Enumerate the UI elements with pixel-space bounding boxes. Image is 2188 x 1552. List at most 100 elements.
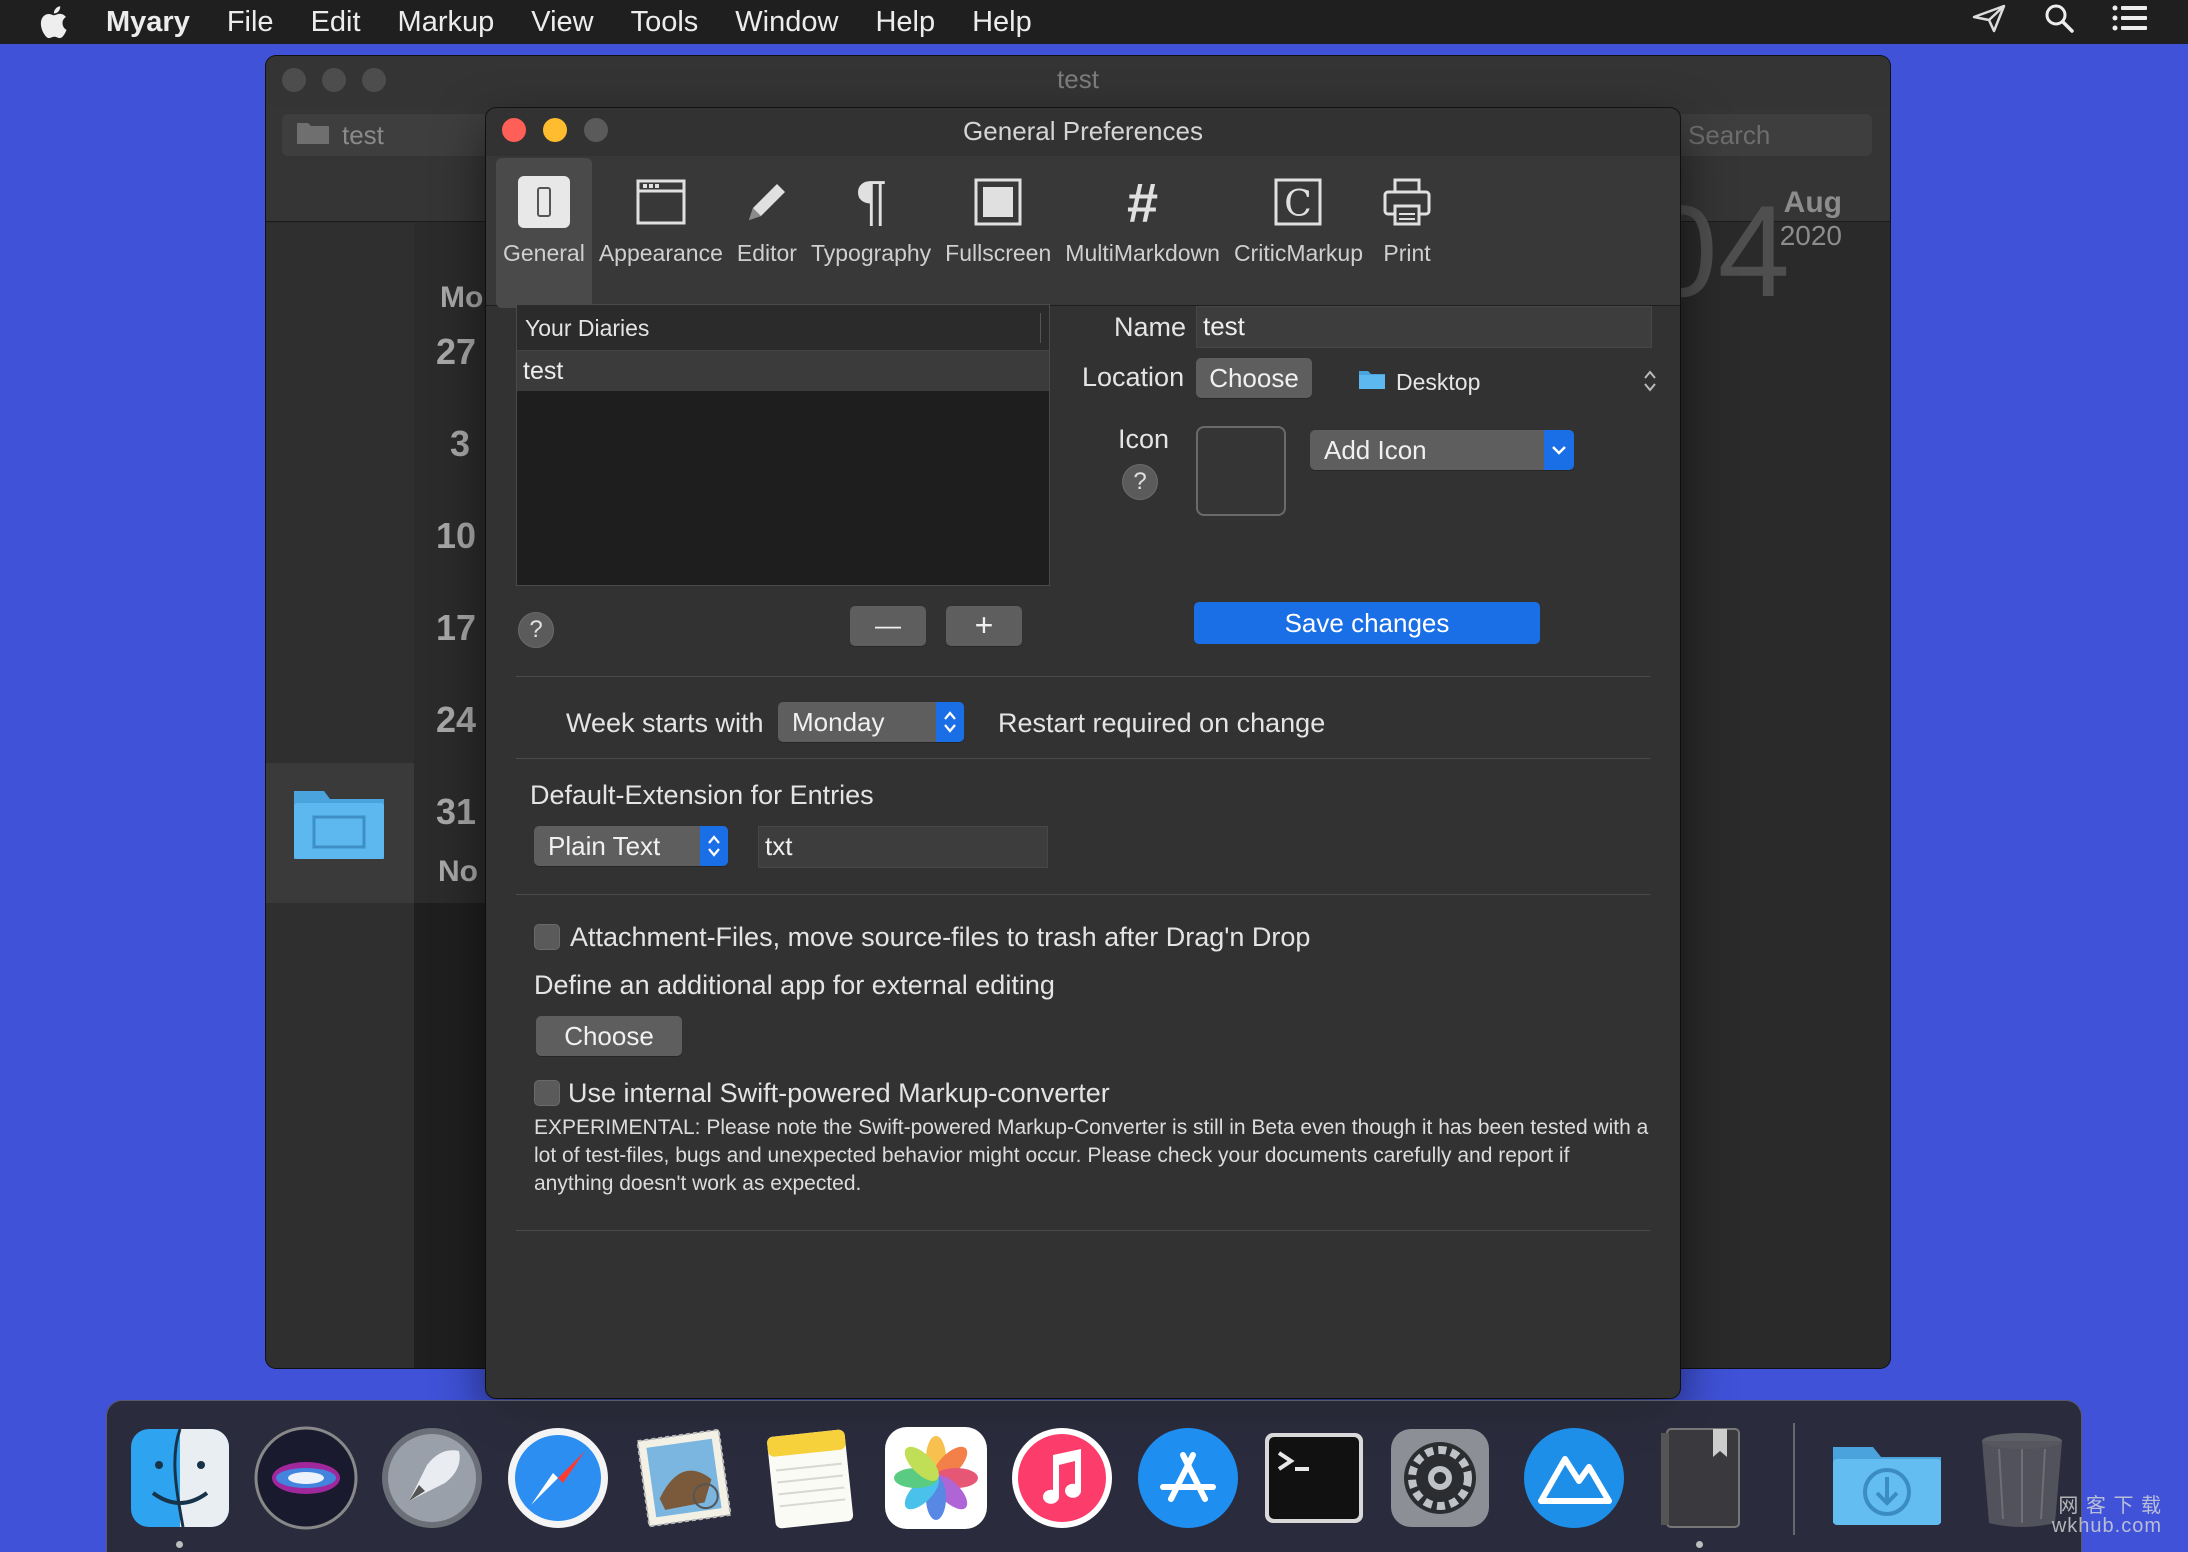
diaries-table: Your Diaries test xyxy=(516,304,1050,586)
running-indicator xyxy=(1696,1541,1703,1548)
tab-label: General xyxy=(503,240,585,266)
diaries-help-button[interactable]: ? xyxy=(518,612,554,648)
up-down-chevron-icon xyxy=(936,702,964,742)
tab-appearance[interactable]: Appearance xyxy=(592,158,730,308)
calendar-day[interactable]: 24 xyxy=(436,699,476,741)
main-sidebar xyxy=(266,223,414,1368)
tab-fullscreen[interactable]: Fullscreen xyxy=(938,158,1058,308)
appearance-icon xyxy=(631,172,691,232)
diaries-table-header[interactable]: Your Diaries xyxy=(517,305,1049,351)
tab-general[interactable]: General xyxy=(496,158,592,308)
minimize-button[interactable] xyxy=(322,68,346,92)
separator xyxy=(516,894,1650,895)
search-input[interactable]: Search xyxy=(1672,114,1872,156)
tab-label: Typography xyxy=(810,240,932,266)
tab-editor[interactable]: Editor xyxy=(730,158,804,308)
icon-well[interactable] xyxy=(1196,426,1286,516)
location-popup[interactable]: Desktop xyxy=(1358,364,1658,400)
icon-help-button[interactable]: ? xyxy=(1122,464,1158,500)
app-store-icon[interactable] xyxy=(1135,1425,1241,1531)
menu-view[interactable]: View xyxy=(531,6,593,39)
preferences-traffic-lights xyxy=(502,118,608,142)
downloads-folder-icon[interactable] xyxy=(1829,1425,1945,1531)
add-icon-popup[interactable]: Add Icon xyxy=(1310,430,1574,470)
calendar-day[interactable]: 27 xyxy=(436,331,476,373)
month-label: Aug xyxy=(1783,186,1842,219)
svg-text:C: C xyxy=(1285,184,1313,225)
launchpad-icon[interactable] xyxy=(379,1425,485,1531)
myary-icon[interactable] xyxy=(1521,1425,1627,1531)
zoom-button[interactable] xyxy=(584,118,608,142)
mail-icon[interactable] xyxy=(631,1425,737,1531)
apple-icon[interactable] xyxy=(38,5,78,39)
close-button[interactable] xyxy=(502,118,526,142)
menu-window[interactable]: Window xyxy=(735,6,838,39)
menu-app-name[interactable]: Myary xyxy=(106,6,190,39)
finder-icon[interactable] xyxy=(127,1425,233,1531)
tab-label: Editor xyxy=(736,240,797,266)
menu-help-2[interactable]: Help xyxy=(972,6,1032,39)
menu-edit[interactable]: Edit xyxy=(311,6,361,39)
chevron-down-icon xyxy=(1544,430,1574,470)
notes-icon[interactable] xyxy=(757,1425,863,1531)
calendar-day[interactable]: 10 xyxy=(436,515,476,557)
terminal-icon[interactable] xyxy=(1261,1425,1367,1531)
tab-typography[interactable]: ¶ Typography xyxy=(804,158,938,308)
remove-diary-button[interactable]: — xyxy=(850,606,926,646)
menu-help[interactable]: Help xyxy=(875,6,935,39)
icon-label: Icon xyxy=(1118,424,1170,454)
separator xyxy=(516,1230,1650,1231)
tab-label: CriticMarkup xyxy=(1233,240,1364,266)
safari-icon[interactable] xyxy=(505,1425,611,1531)
diary-name-field[interactable]: test xyxy=(1196,306,1652,348)
swift-converter-checkbox[interactable] xyxy=(534,1080,560,1106)
notification-center-icon[interactable] xyxy=(2112,5,2148,39)
attachment-trash-checkbox[interactable] xyxy=(534,924,560,950)
hash-icon: # xyxy=(1127,170,1159,234)
system-preferences-icon[interactable] xyxy=(1387,1425,1493,1531)
siri-icon[interactable] xyxy=(253,1425,359,1531)
general-icon xyxy=(514,172,574,232)
menu-markup[interactable]: Markup xyxy=(398,6,495,39)
location-label: Location xyxy=(1082,362,1185,392)
calendar-day[interactable]: 17 xyxy=(436,607,476,649)
watermark-line: 网 客 下 载 xyxy=(2058,1495,2162,1517)
calendar-day[interactable]: 31 xyxy=(436,791,476,833)
separator xyxy=(516,676,1650,677)
tab-print[interactable]: Print xyxy=(1370,158,1444,308)
attachment-trash-label: Attachment-Files, move source-files to t… xyxy=(570,922,1311,952)
notes-header: No xyxy=(438,855,478,888)
calendar-day[interactable]: 3 xyxy=(450,423,470,465)
minimize-button[interactable] xyxy=(543,118,567,142)
watermark-line: wkhub.com xyxy=(2051,1515,2162,1537)
extension-type-popup[interactable]: Plain Text xyxy=(534,826,728,866)
external-app-choose-button[interactable]: Choose xyxy=(536,1016,682,1056)
tab-label: Print xyxy=(1383,240,1431,266)
week-start-popup[interactable]: Monday xyxy=(778,702,964,742)
extension-field[interactable]: txt xyxy=(758,826,1048,868)
table-row[interactable]: test xyxy=(517,351,1049,391)
photos-icon[interactable] xyxy=(883,1425,989,1531)
diary-selector-label: test xyxy=(342,119,384,150)
menu-file[interactable]: File xyxy=(227,6,274,39)
diary-book-icon[interactable] xyxy=(1647,1425,1753,1531)
tab-multimarkdown[interactable]: # MultiMarkdown xyxy=(1058,158,1227,308)
spotlight-search-icon[interactable] xyxy=(2044,3,2074,41)
add-diary-button[interactable]: + xyxy=(946,606,1022,646)
restart-note: Restart required on change xyxy=(998,708,1326,738)
tab-criticmarkup[interactable]: C CriticMarkup xyxy=(1227,158,1370,308)
diary-folder-icon xyxy=(292,783,386,868)
save-changes-button[interactable]: Save changes xyxy=(1194,602,1540,644)
close-button[interactable] xyxy=(282,68,306,92)
sidebar-selected-diary[interactable] xyxy=(266,763,414,903)
location-choose-button[interactable]: Choose xyxy=(1196,358,1312,398)
preferences-toolbar: General Appearance Editor ¶ Typography F… xyxy=(486,156,1680,308)
zoom-button[interactable] xyxy=(362,68,386,92)
send-icon[interactable] xyxy=(1972,3,2006,41)
up-down-chevron-icon xyxy=(700,826,728,866)
diary-selector[interactable]: test xyxy=(282,114,492,156)
menu-tools[interactable]: Tools xyxy=(631,6,699,39)
pencil-icon xyxy=(737,172,797,232)
tab-label: Fullscreen xyxy=(945,240,1052,266)
music-icon[interactable] xyxy=(1009,1425,1115,1531)
